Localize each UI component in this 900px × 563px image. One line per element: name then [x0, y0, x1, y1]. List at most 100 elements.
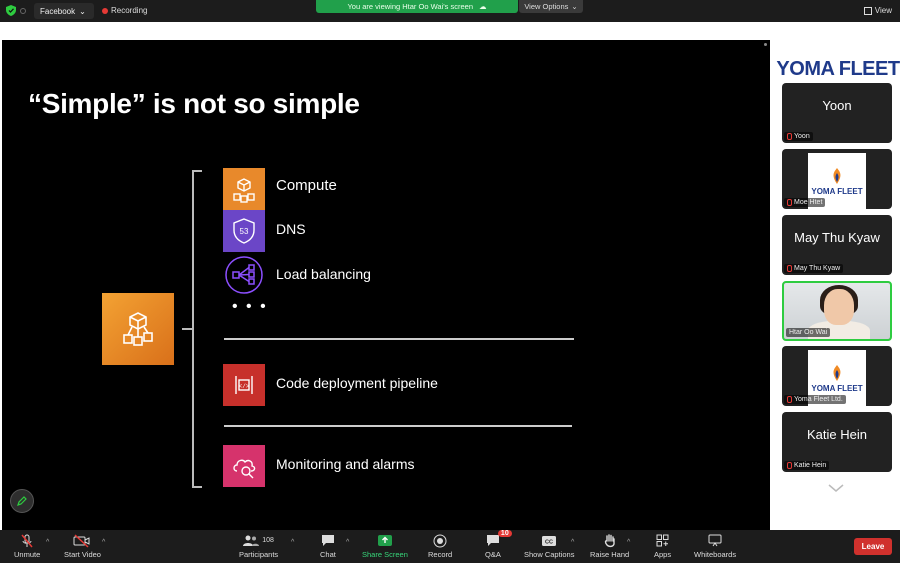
person-face	[824, 289, 854, 325]
grid-icon	[863, 6, 872, 15]
apps-icon	[656, 533, 669, 548]
monitoring-label: Monitoring and alarms	[276, 456, 415, 472]
top-bar: Facebook ⌄ Recording You are viewing Hta…	[0, 0, 900, 22]
captions-caret[interactable]: ^	[571, 539, 574, 546]
participant-tile[interactable]: YOMA FLEET Moe Htet	[782, 149, 892, 209]
viewing-banner: You are viewing Htar Oo Wai's screen ☁	[316, 0, 518, 13]
video-off-icon	[73, 533, 91, 548]
raise-hand-button[interactable]: Raise Hand	[590, 533, 629, 559]
participant-tag: Yoon	[784, 132, 813, 141]
audio-options-caret[interactable]: ^	[46, 539, 49, 546]
participants-count: 108	[262, 537, 274, 544]
view-label: View	[874, 6, 892, 15]
recording-label: Recording	[111, 6, 148, 15]
chevron-down-icon: ⌄	[79, 6, 86, 16]
svg-text:CC: CC	[545, 539, 553, 545]
cloud-icon: ☁	[479, 2, 487, 11]
people-icon	[243, 535, 260, 546]
captions-icon: CC	[541, 533, 557, 548]
shield-icon	[6, 5, 16, 16]
leave-button[interactable]: Leave	[854, 538, 892, 555]
record-icon	[433, 533, 447, 548]
tag-label: Yoon	[794, 133, 810, 140]
participant-tile[interactable]: Katie Hein Katie Hein	[782, 412, 892, 472]
active-speaker-tile[interactable]: Htar Oo Wai	[782, 281, 892, 341]
load-balancer-icon	[223, 254, 265, 296]
start-video-button[interactable]: Start Video	[64, 533, 101, 559]
participant-tile[interactable]: YOMA FLEET Yoma Fleet Ltd.	[782, 346, 892, 406]
participants-icon-wrap: 108	[243, 533, 274, 548]
mic-muted-icon	[20, 533, 34, 548]
unmute-label: Unmute	[14, 550, 41, 559]
chat-caret[interactable]: ^	[346, 539, 349, 546]
monitoring-icon	[223, 445, 265, 487]
whiteboards-button[interactable]: Whiteboards	[694, 533, 736, 559]
flame-logo-icon	[833, 364, 841, 381]
record-button[interactable]: Record	[428, 533, 452, 559]
shared-slide: “Simple” is not so simple Compute 53 DNS…	[2, 40, 770, 544]
qa-label: Q&A	[485, 550, 501, 559]
chat-icon	[321, 533, 335, 548]
scroll-down-icon[interactable]	[828, 484, 844, 492]
tag-label: Htar Oo Wai	[789, 329, 828, 336]
participant-tile[interactable]: May Thu Kyaw May Thu Kyaw	[782, 215, 892, 275]
participants-button[interactable]: 108 Participants	[239, 533, 278, 559]
source-dropdown[interactable]: Facebook ⌄	[34, 3, 94, 19]
tag-label: Katie Hein	[794, 462, 827, 469]
hand-icon	[604, 533, 616, 548]
participant-name: Yoon	[822, 97, 852, 113]
annotate-button[interactable]	[10, 489, 34, 513]
qa-button[interactable]: 10 Q&A	[485, 530, 512, 559]
pipeline-label: Code deployment pipeline	[276, 375, 438, 391]
source-label: Facebook	[40, 6, 76, 16]
status-icon	[20, 8, 26, 14]
mic-off-icon	[787, 133, 792, 140]
slide-bracket-tip	[182, 328, 194, 330]
participant-tag: May Thu Kyaw	[784, 264, 844, 273]
slide-corner-dot	[764, 43, 767, 46]
viewing-notice: You are viewing Htar Oo Wai's screen	[347, 2, 473, 11]
compute-icon	[223, 168, 265, 210]
share-screen-button[interactable]: Share Screen	[362, 533, 408, 559]
participants-caret[interactable]: ^	[291, 539, 294, 546]
raise-hand-caret[interactable]: ^	[627, 539, 630, 546]
unmute-button[interactable]: Unmute	[14, 533, 40, 559]
chevron-down-icon: ⌄	[571, 2, 578, 11]
show-captions-button[interactable]: CC Show Captions	[524, 533, 574, 559]
video-options-caret[interactable]: ^	[102, 539, 105, 546]
flame-logo-icon	[833, 167, 841, 184]
participant-tag: Htar Oo Wai	[786, 328, 831, 337]
show-captions-label: Show Captions	[524, 550, 575, 559]
record-label: Record	[428, 550, 453, 559]
apps-button[interactable]: Apps	[654, 533, 671, 559]
logo-text: YOMA FLEET	[811, 383, 863, 393]
participant-name: May Thu Kyaw	[794, 229, 880, 245]
zoom-window: Facebook ⌄ Recording You are viewing Hta…	[0, 0, 900, 563]
ellipsis: • • •	[232, 298, 268, 315]
participants-label: Participants	[239, 550, 279, 559]
start-video-label: Start Video	[64, 550, 101, 559]
view-options-button[interactable]: View Options ⌄	[519, 0, 583, 13]
share-screen-label: Share Screen	[362, 550, 408, 559]
view-options-label: View Options	[524, 2, 569, 11]
view-button[interactable]: View	[863, 6, 892, 15]
qa-icon: 10	[486, 530, 512, 548]
participant-panel: YOMA FLEET Yoon Yoon YOMA FLEET Moe Htet…	[776, 22, 900, 530]
chat-label: Chat	[320, 550, 336, 559]
pencil-icon	[17, 496, 27, 506]
recording-indicator[interactable]: Recording	[102, 6, 147, 15]
apps-label: Apps	[654, 550, 672, 559]
slide-title: “Simple” is not so simple	[28, 88, 360, 119]
svg-text:</>: </>	[239, 383, 250, 390]
load-balancing-label: Load balancing	[276, 266, 371, 282]
mic-off-icon	[787, 396, 792, 403]
mic-off-icon	[787, 462, 792, 469]
participant-tile[interactable]: Yoon Yoon	[782, 83, 892, 143]
chat-button[interactable]: Chat	[320, 533, 336, 559]
app-stack-icon	[102, 293, 174, 365]
dns-label: DNS	[276, 221, 306, 237]
recording-dot-icon	[102, 7, 108, 14]
compute-label: Compute	[276, 177, 337, 194]
participant-tag: Moe Htet	[784, 198, 826, 207]
pipeline-icon: </>	[223, 364, 265, 406]
